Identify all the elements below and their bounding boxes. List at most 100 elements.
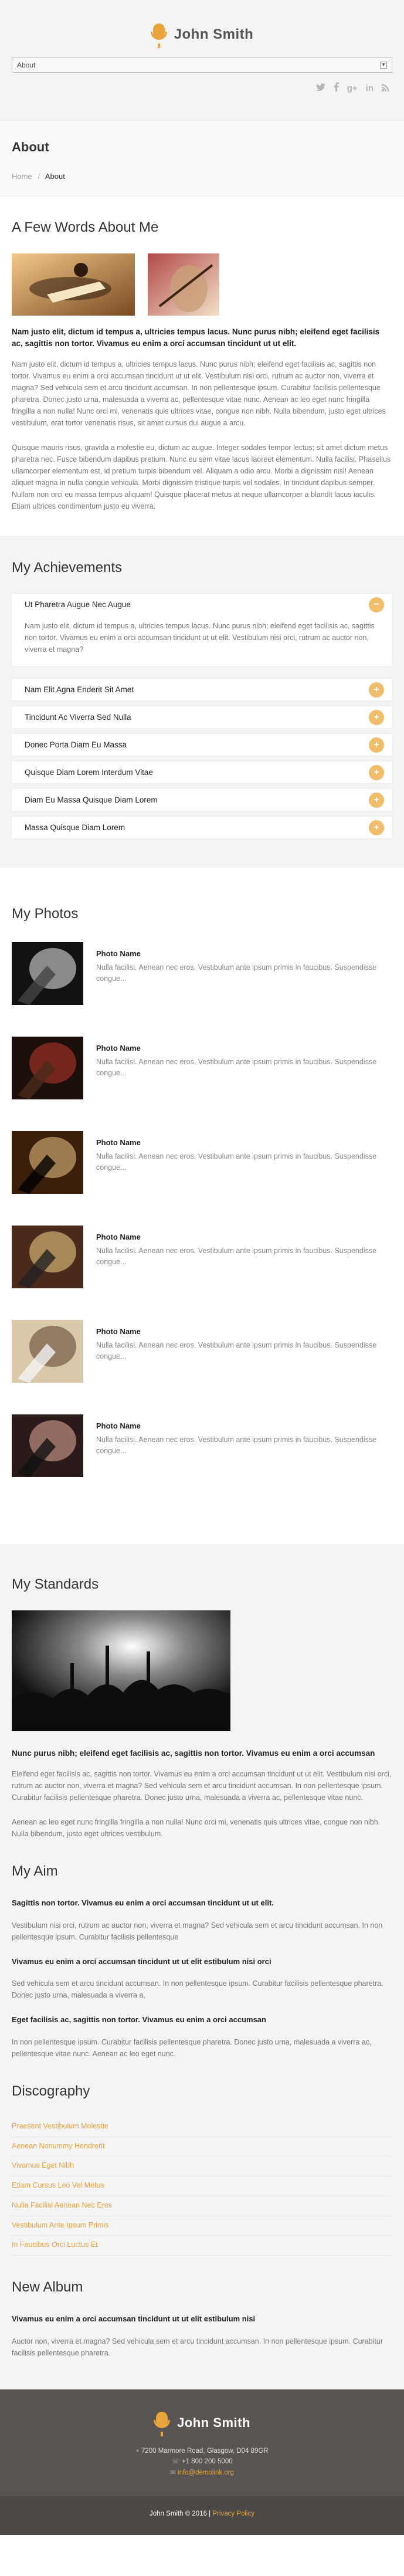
photo-thumbnail[interactable] <box>12 1320 83 1383</box>
site-header: John Smith About ▼ g+ in <box>0 0 404 120</box>
photo-info: Photo Name Nulla facilisi. Aenean nec ero… <box>96 1320 392 1362</box>
about-paragraph-2: Quisque mauris risus, gravida a molestie… <box>12 444 391 511</box>
plus-icon[interactable]: + <box>369 709 384 725</box>
accordion-title: Diam Eu Massa Quisque Diam Lorem <box>25 795 158 804</box>
nav-select[interactable]: About ▼ <box>12 57 392 73</box>
discography-item[interactable]: Nulla Facilisi Aenean Nec Eros <box>12 2196 392 2216</box>
discography-item[interactable]: Vivamus Eget Nibh <box>12 2157 392 2177</box>
photo-item: Photo Name Nulla facilisi. Aenean nec ero… <box>12 942 392 1006</box>
photo-thumbnail[interactable] <box>12 1037 83 1100</box>
accordion-header[interactable]: Tincidunt Ac Viverra Sed Nulla + <box>12 706 392 728</box>
accordion-header[interactable]: Nam Elit Agna Enderit Sit Amet + <box>12 679 392 700</box>
footer-site-name: John Smith <box>177 2415 250 2431</box>
photo-title[interactable]: Photo Name <box>96 1137 392 1149</box>
accordion-item: Tincidunt Ac Viverra Sed Nulla + <box>12 706 392 729</box>
google-plus-icon[interactable]: g+ <box>347 82 358 96</box>
discography-item[interactable]: Praesent Vestibulum Molestie <box>12 2117 392 2137</box>
breadcrumb-home[interactable]: Home <box>12 172 32 181</box>
photo-description: Nulla facilisi. Aenean nec eros. Vestibu… <box>96 1341 377 1361</box>
standards-paragraph-1: Eleifend eget facilisis ac, sagittis non… <box>12 1770 392 1802</box>
footer-logo[interactable]: John Smith <box>12 2411 392 2436</box>
footer-email[interactable]: info@demolink.org <box>178 2469 234 2476</box>
about-image-violinist[interactable] <box>148 253 219 316</box>
aim-lead-3: Eget facilisis ac, sagittis non tortor. … <box>12 2015 266 2025</box>
page-title: About <box>12 140 49 154</box>
discography-heading: Discography <box>12 2083 90 2099</box>
photo-description: Nulla facilisi. Aenean nec eros. Vestibu… <box>96 1057 377 1078</box>
minus-icon[interactable]: − <box>369 597 384 612</box>
photos-section: My Photos Photo Name Nulla facilisi. Aene… <box>0 868 404 1544</box>
photo-title[interactable]: Photo Name <box>96 1042 392 1054</box>
breadcrumb-separator: / <box>38 172 40 181</box>
accordion-header[interactable]: Ut Pharetra Augue Nec Augue − <box>12 594 392 615</box>
aim-paragraph-2: Sed vehicula sem et arcu tincidunt accum… <box>12 1979 383 2000</box>
photo-thumbnail[interactable] <box>12 1414 83 1478</box>
map-pin-icon: ⌖ <box>135 2447 141 2455</box>
discography-item[interactable]: Etiam Cursus Leo Vel Metus <box>12 2176 392 2196</box>
standards-heading: My Standards <box>12 1576 99 1593</box>
photo-title[interactable]: Photo Name <box>96 1231 392 1243</box>
linkedin-icon[interactable]: in <box>366 82 374 96</box>
site-logo[interactable]: John Smith <box>0 0 404 48</box>
aim-paragraph-1: Vestibulum nisi orci, rutrum ac auctor n… <box>12 1921 383 1941</box>
plus-icon[interactable]: + <box>369 764 384 780</box>
privacy-policy-link[interactable]: Privacy Policy <box>212 2510 254 2517</box>
photo-info: Photo Name Nulla facilisi. Aenean nec ero… <box>96 942 392 984</box>
plus-icon[interactable]: + <box>369 820 384 835</box>
accordion-item: Diam Eu Massa Quisque Diam Lorem + <box>12 789 392 811</box>
facebook-icon[interactable] <box>334 82 339 96</box>
photo-description: Nulla facilisi. Aenean nec eros. Vestibu… <box>96 1435 377 1455</box>
footer-phone[interactable]: +1 800 200 5000 <box>182 2458 233 2465</box>
microphone-icon <box>150 23 167 48</box>
accordion-header[interactable]: Donec Porta Diam Eu Massa + <box>12 734 392 756</box>
plus-icon[interactable]: + <box>369 792 384 808</box>
about-image-guitarist[interactable] <box>12 253 135 316</box>
accordion-header[interactable]: Massa Quisque Diam Lorem + <box>12 817 392 838</box>
photo-item: Photo Name Nulla facilisi. Aenean nec ero… <box>12 1131 392 1194</box>
concert-image[interactable] <box>12 1610 230 1732</box>
accordion-item: Quisque Diam Lorem Interdum Vitae + <box>12 761 392 784</box>
discography-item[interactable]: Aenean Nonummy Hendrerit <box>12 2137 392 2157</box>
twitter-icon[interactable] <box>315 82 325 96</box>
photo-thumbnail[interactable] <box>12 1131 83 1194</box>
photo-title[interactable]: Photo Name <box>96 1326 392 1338</box>
footer-address: 7200 Marmore Road, Glasgow, D04 89GR <box>141 2447 269 2455</box>
about-heading: A Few Words About Me <box>12 219 159 235</box>
site-footer: John Smith ⌖ 7200 Marmore Road, Glasgow,… <box>0 2389 404 2497</box>
photo-title[interactable]: Photo Name <box>96 948 392 960</box>
phone-icon: ☏ <box>171 2458 182 2466</box>
accordion-header[interactable]: Diam Eu Massa Quisque Diam Lorem + <box>12 789 392 811</box>
wifi-icon[interactable] <box>382 82 390 96</box>
plus-icon[interactable]: + <box>369 682 384 698</box>
photo-description: Nulla facilisi. Aenean nec eros. Vestibu… <box>96 1246 377 1267</box>
about-paragraph-1: Nam justo elit, dictum id tempus a, ultr… <box>12 360 386 428</box>
aim-heading: My Aim <box>12 1863 58 1880</box>
page-title-band: About Home / About <box>0 120 404 196</box>
chevron-down-icon: ▼ <box>380 62 387 69</box>
accordion-header[interactable]: Quisque Diam Lorem Interdum Vitae + <box>12 761 392 783</box>
nav-select-value: About <box>17 61 36 69</box>
accordion-title: Donec Porta Diam Eu Massa <box>25 740 127 749</box>
copyright: John Smith © 2016 | <box>150 2510 211 2518</box>
photo-thumbnail[interactable] <box>12 942 83 1006</box>
accordion-item: Massa Quisque Diam Lorem + <box>12 817 392 839</box>
achievements-section: My Achievements Ut Pharetra Augue Nec Au… <box>0 536 404 868</box>
photo-info: Photo Name Nulla facilisi. Aenean nec ero… <box>96 1131 392 1173</box>
photo-title[interactable]: Photo Name <box>96 1420 392 1432</box>
about-section: A Few Words About Me Nam justo elit, dic… <box>0 217 404 513</box>
photo-thumbnail[interactable] <box>12 1226 83 1289</box>
breadcrumb-current: About <box>45 172 65 181</box>
plus-icon[interactable]: + <box>369 737 384 753</box>
standards-paragraph-2: Aenean ac leo eget nunc fringilla fringi… <box>12 1818 381 1839</box>
photo-description: Nulla facilisi. Aenean nec eros. Vestibu… <box>96 963 377 983</box>
photo-list: Photo Name Nulla facilisi. Aenean nec ero… <box>12 942 392 1478</box>
achievements-heading: My Achievements <box>12 560 123 576</box>
site-name: John Smith <box>174 26 254 42</box>
discography-item[interactable]: In Faucibus Orci Luctus Et <box>12 2236 392 2256</box>
photo-item: Photo Name Nulla facilisi. Aenean nec ero… <box>12 1320 392 1383</box>
accordion-item: Nam Elit Agna Enderit Sit Amet + <box>12 679 392 701</box>
social-links: g+ in <box>315 82 390 96</box>
photo-description: Nulla facilisi. Aenean nec eros. Vestibu… <box>96 1152 377 1172</box>
discography-item[interactable]: Vestibulum Ante Ipsum Primis <box>12 2216 392 2236</box>
aim-lead-1: Sagittis non tortor. Vivamus eu enim a o… <box>12 1898 274 1908</box>
